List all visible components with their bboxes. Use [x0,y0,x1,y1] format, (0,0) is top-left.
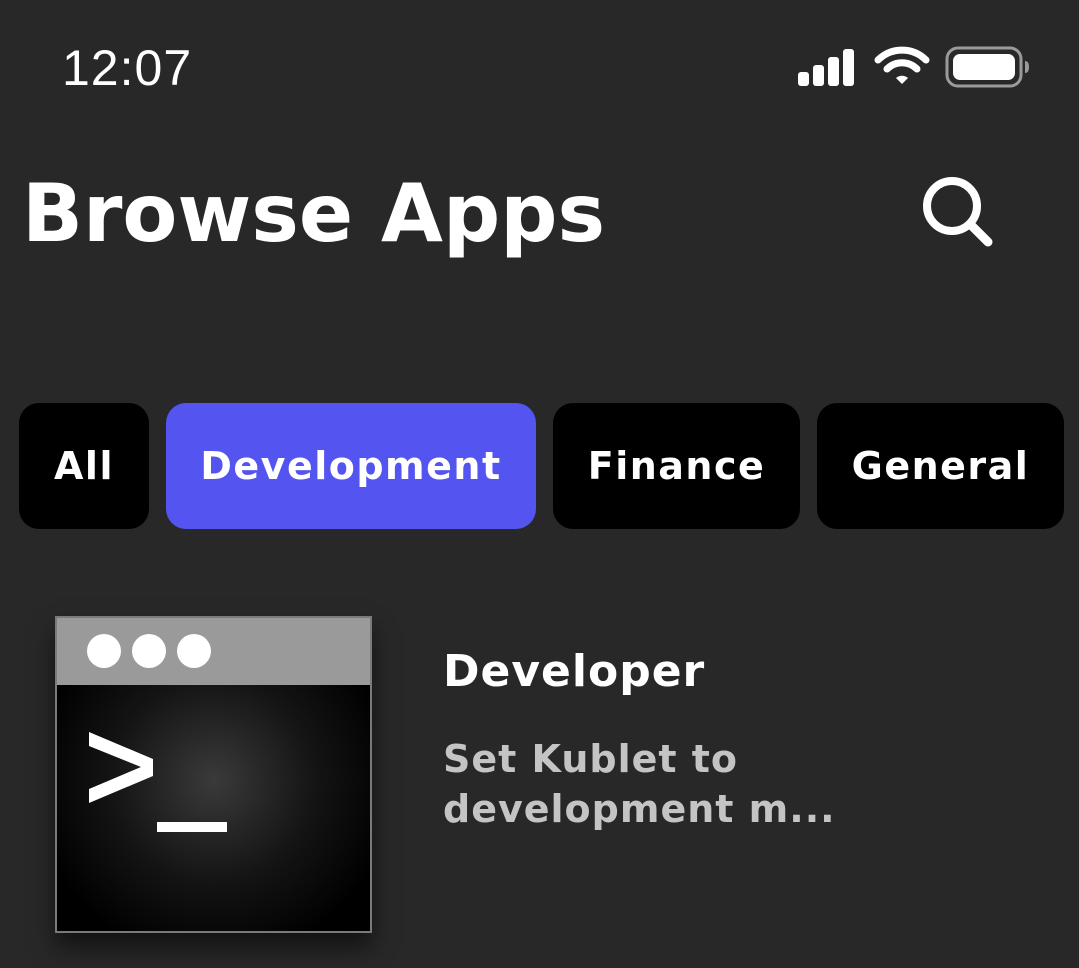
tab-general[interactable]: General [817,403,1064,529]
app-name: Developer [443,646,706,697]
wifi-icon [874,46,930,84]
battery-icon [945,46,1029,88]
tab-finance[interactable]: Finance [553,403,800,529]
window-dot [177,634,211,668]
page-title: Browse Apps [22,167,606,260]
status-time: 12:07 [62,40,193,96]
tab-development[interactable]: Development [166,403,536,529]
tab-all[interactable]: All [19,403,149,529]
window-dot [132,634,166,668]
terminal-icon[interactable] [55,616,372,933]
status-bar: 12:07 [0,0,1079,140]
window-dot [87,634,121,668]
cellular-signal-icon [798,49,854,86]
app-description: Set Kublet to development m... [443,737,836,831]
search-icon [923,177,993,247]
search-button[interactable] [912,170,1000,258]
terminal-titlebar [57,618,370,685]
terminal-prompt-icon [89,732,227,832]
